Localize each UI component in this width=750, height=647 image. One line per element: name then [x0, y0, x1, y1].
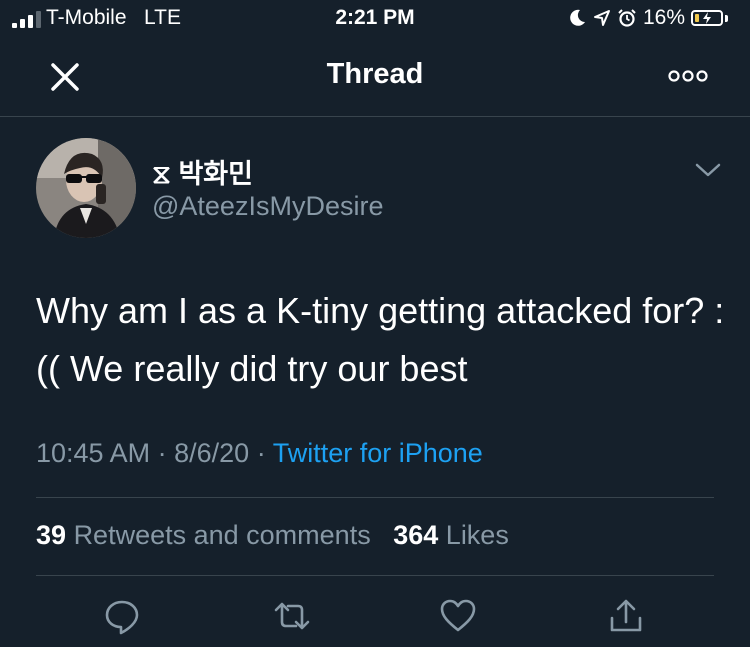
chevron-down-icon[interactable] [694, 160, 722, 180]
page-title: Thread [326, 58, 424, 90]
tweet-text: Why am I as a K-tiny getting attacked fo… [36, 290, 725, 389]
retweets-stat[interactable]: 39 Retweets and comments [36, 520, 371, 550]
likes-stat[interactable]: 364 Likes [393, 520, 509, 550]
retweets-count: 39 [36, 520, 67, 550]
divider [36, 497, 714, 498]
nav-bar: Thread [0, 38, 750, 117]
tweet-meta: 10:45 AM · 8/6/20 · Twitter for iPhone [36, 438, 483, 469]
alarm-icon [618, 9, 636, 27]
moon-icon [570, 9, 585, 26]
status-icons: 16% [567, 6, 728, 30]
retweets-label: Retweets and comments [73, 520, 371, 550]
status-bar: T-Mobile LTE 2:21 PM 16% [0, 0, 750, 38]
tweet-actions [0, 596, 750, 636]
tweet-source-link[interactable]: Twitter for iPhone [273, 438, 483, 468]
battery-level-fill [695, 14, 699, 22]
like-icon[interactable] [438, 596, 478, 636]
charging-bolt-icon [703, 12, 711, 24]
tweet-date: 8/6/20 [174, 438, 250, 468]
tweet-stats: 39 Retweets and comments 364 Likes [36, 520, 509, 551]
avatar[interactable] [36, 138, 136, 238]
retweet-icon[interactable] [272, 596, 312, 636]
display-name[interactable]: ⧖ 박화민 [152, 152, 253, 191]
reply-icon[interactable] [102, 596, 142, 636]
battery-icon [691, 10, 723, 26]
tweet-time: 10:45 AM [36, 438, 151, 468]
likes-count: 364 [393, 520, 439, 550]
meta-separator: · [256, 438, 266, 468]
meta-separator: · [157, 438, 167, 468]
user-handle[interactable]: @AteezIsMyDesire [152, 191, 383, 222]
battery-tip [725, 14, 728, 22]
likes-label: Likes [445, 520, 509, 550]
divider [36, 575, 714, 576]
location-arrow-icon [593, 10, 610, 26]
more-options-icon[interactable] [668, 64, 708, 88]
share-icon[interactable] [606, 596, 646, 636]
battery-percent: 16% [642, 6, 685, 29]
